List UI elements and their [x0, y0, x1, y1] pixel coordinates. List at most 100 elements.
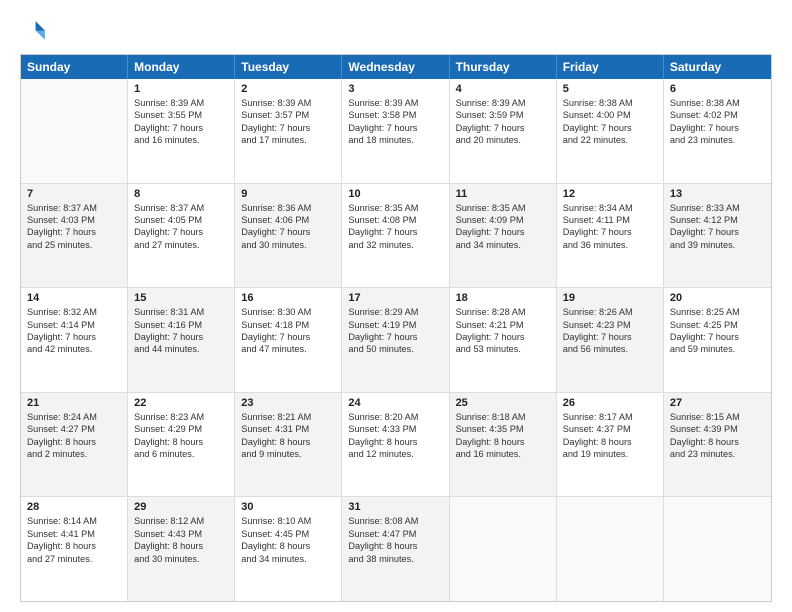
cell-line: Sunset: 4:29 PM	[134, 423, 228, 435]
cell-line: Sunrise: 8:17 AM	[563, 411, 657, 423]
calendar-cell-day-15: 15Sunrise: 8:31 AMSunset: 4:16 PMDayligh…	[128, 288, 235, 392]
calendar-cell-day-1: 1Sunrise: 8:39 AMSunset: 3:55 PMDaylight…	[128, 79, 235, 183]
cell-line: and 2 minutes.	[27, 448, 121, 460]
calendar-cell-day-3: 3Sunrise: 8:39 AMSunset: 3:58 PMDaylight…	[342, 79, 449, 183]
cell-line: Sunset: 4:35 PM	[456, 423, 550, 435]
calendar-cell-day-21: 21Sunrise: 8:24 AMSunset: 4:27 PMDayligh…	[21, 393, 128, 497]
cell-line: Daylight: 7 hours	[27, 226, 121, 238]
cell-line: Daylight: 7 hours	[563, 226, 657, 238]
cell-line: Sunrise: 8:35 AM	[348, 202, 442, 214]
calendar-cell-day-31: 31Sunrise: 8:08 AMSunset: 4:47 PMDayligh…	[342, 497, 449, 601]
cell-line: Sunset: 4:37 PM	[563, 423, 657, 435]
calendar-cell-empty	[450, 497, 557, 601]
cell-line: Daylight: 8 hours	[134, 540, 228, 552]
cell-line: and 44 minutes.	[134, 343, 228, 355]
weekday-header-friday: Friday	[557, 55, 664, 79]
calendar-cell-day-24: 24Sunrise: 8:20 AMSunset: 4:33 PMDayligh…	[342, 393, 449, 497]
cell-line: Daylight: 8 hours	[348, 540, 442, 552]
day-number: 9	[241, 188, 335, 200]
cell-line: and 12 minutes.	[348, 448, 442, 460]
cell-line: Sunrise: 8:23 AM	[134, 411, 228, 423]
cell-line: and 16 minutes.	[456, 448, 550, 460]
day-number: 13	[670, 188, 765, 200]
cell-line: Daylight: 8 hours	[27, 540, 121, 552]
cell-line: Sunset: 4:08 PM	[348, 214, 442, 226]
calendar-cell-day-29: 29Sunrise: 8:12 AMSunset: 4:43 PMDayligh…	[128, 497, 235, 601]
cell-line: Sunrise: 8:08 AM	[348, 515, 442, 527]
calendar: SundayMondayTuesdayWednesdayThursdayFrid…	[20, 54, 772, 602]
cell-line: Sunrise: 8:14 AM	[27, 515, 121, 527]
cell-line: Sunset: 4:27 PM	[27, 423, 121, 435]
day-number: 17	[348, 292, 442, 304]
logo-icon	[20, 18, 48, 46]
cell-line: Sunrise: 8:15 AM	[670, 411, 765, 423]
cell-line: and 23 minutes.	[670, 448, 765, 460]
cell-line: and 20 minutes.	[456, 134, 550, 146]
cell-line: Sunrise: 8:39 AM	[241, 97, 335, 109]
calendar-cell-day-14: 14Sunrise: 8:32 AMSunset: 4:14 PMDayligh…	[21, 288, 128, 392]
calendar-cell-empty	[557, 497, 664, 601]
cell-line: and 9 minutes.	[241, 448, 335, 460]
weekday-header-tuesday: Tuesday	[235, 55, 342, 79]
day-number: 26	[563, 397, 657, 409]
cell-line: and 34 minutes.	[241, 553, 335, 565]
cell-line: Daylight: 7 hours	[134, 331, 228, 343]
calendar-cell-day-11: 11Sunrise: 8:35 AMSunset: 4:09 PMDayligh…	[450, 184, 557, 288]
page: SundayMondayTuesdayWednesdayThursdayFrid…	[0, 0, 792, 612]
day-number: 12	[563, 188, 657, 200]
cell-line: Sunrise: 8:35 AM	[456, 202, 550, 214]
cell-line: Sunset: 4:25 PM	[670, 319, 765, 331]
day-number: 15	[134, 292, 228, 304]
cell-line: Daylight: 7 hours	[241, 226, 335, 238]
calendar-header: SundayMondayTuesdayWednesdayThursdayFrid…	[21, 55, 771, 79]
cell-line: and 16 minutes.	[134, 134, 228, 146]
cell-line: Daylight: 7 hours	[670, 331, 765, 343]
cell-line: and 25 minutes.	[27, 239, 121, 251]
cell-line: Sunrise: 8:10 AM	[241, 515, 335, 527]
cell-line: Sunrise: 8:32 AM	[27, 306, 121, 318]
calendar-cell-day-9: 9Sunrise: 8:36 AMSunset: 4:06 PMDaylight…	[235, 184, 342, 288]
cell-line: Daylight: 7 hours	[563, 331, 657, 343]
cell-line: Daylight: 8 hours	[134, 436, 228, 448]
day-number: 27	[670, 397, 765, 409]
cell-line: and 27 minutes.	[134, 239, 228, 251]
cell-line: Daylight: 8 hours	[27, 436, 121, 448]
cell-line: and 18 minutes.	[348, 134, 442, 146]
cell-line: Daylight: 7 hours	[27, 331, 121, 343]
calendar-cell-empty	[664, 497, 771, 601]
cell-line: Sunrise: 8:39 AM	[348, 97, 442, 109]
day-number: 10	[348, 188, 442, 200]
cell-line: and 56 minutes.	[563, 343, 657, 355]
calendar-cell-day-16: 16Sunrise: 8:30 AMSunset: 4:18 PMDayligh…	[235, 288, 342, 392]
cell-line: Daylight: 8 hours	[241, 540, 335, 552]
day-number: 21	[27, 397, 121, 409]
cell-line: Sunrise: 8:37 AM	[27, 202, 121, 214]
cell-line: and 19 minutes.	[563, 448, 657, 460]
cell-line: Sunset: 4:19 PM	[348, 319, 442, 331]
cell-line: Daylight: 8 hours	[670, 436, 765, 448]
cell-line: Sunrise: 8:39 AM	[134, 97, 228, 109]
cell-line: and 42 minutes.	[27, 343, 121, 355]
calendar-cell-day-8: 8Sunrise: 8:37 AMSunset: 4:05 PMDaylight…	[128, 184, 235, 288]
cell-line: and 38 minutes.	[348, 553, 442, 565]
day-number: 11	[456, 188, 550, 200]
cell-line: Sunset: 4:12 PM	[670, 214, 765, 226]
weekday-header-wednesday: Wednesday	[342, 55, 449, 79]
cell-line: Sunset: 3:59 PM	[456, 109, 550, 121]
weekday-header-sunday: Sunday	[21, 55, 128, 79]
cell-line: Sunrise: 8:39 AM	[456, 97, 550, 109]
calendar-cell-day-7: 7Sunrise: 8:37 AMSunset: 4:03 PMDaylight…	[21, 184, 128, 288]
cell-line: and 30 minutes.	[241, 239, 335, 251]
day-number: 25	[456, 397, 550, 409]
calendar-cell-day-13: 13Sunrise: 8:33 AMSunset: 4:12 PMDayligh…	[664, 184, 771, 288]
calendar-cell-day-22: 22Sunrise: 8:23 AMSunset: 4:29 PMDayligh…	[128, 393, 235, 497]
cell-line: Sunset: 3:58 PM	[348, 109, 442, 121]
cell-line: Sunset: 3:55 PM	[134, 109, 228, 121]
cell-line: and 27 minutes.	[27, 553, 121, 565]
day-number: 3	[348, 83, 442, 95]
calendar-cell-empty	[21, 79, 128, 183]
cell-line: Sunrise: 8:36 AM	[241, 202, 335, 214]
cell-line: Daylight: 8 hours	[563, 436, 657, 448]
cell-line: Sunset: 4:11 PM	[563, 214, 657, 226]
cell-line: Sunset: 4:39 PM	[670, 423, 765, 435]
